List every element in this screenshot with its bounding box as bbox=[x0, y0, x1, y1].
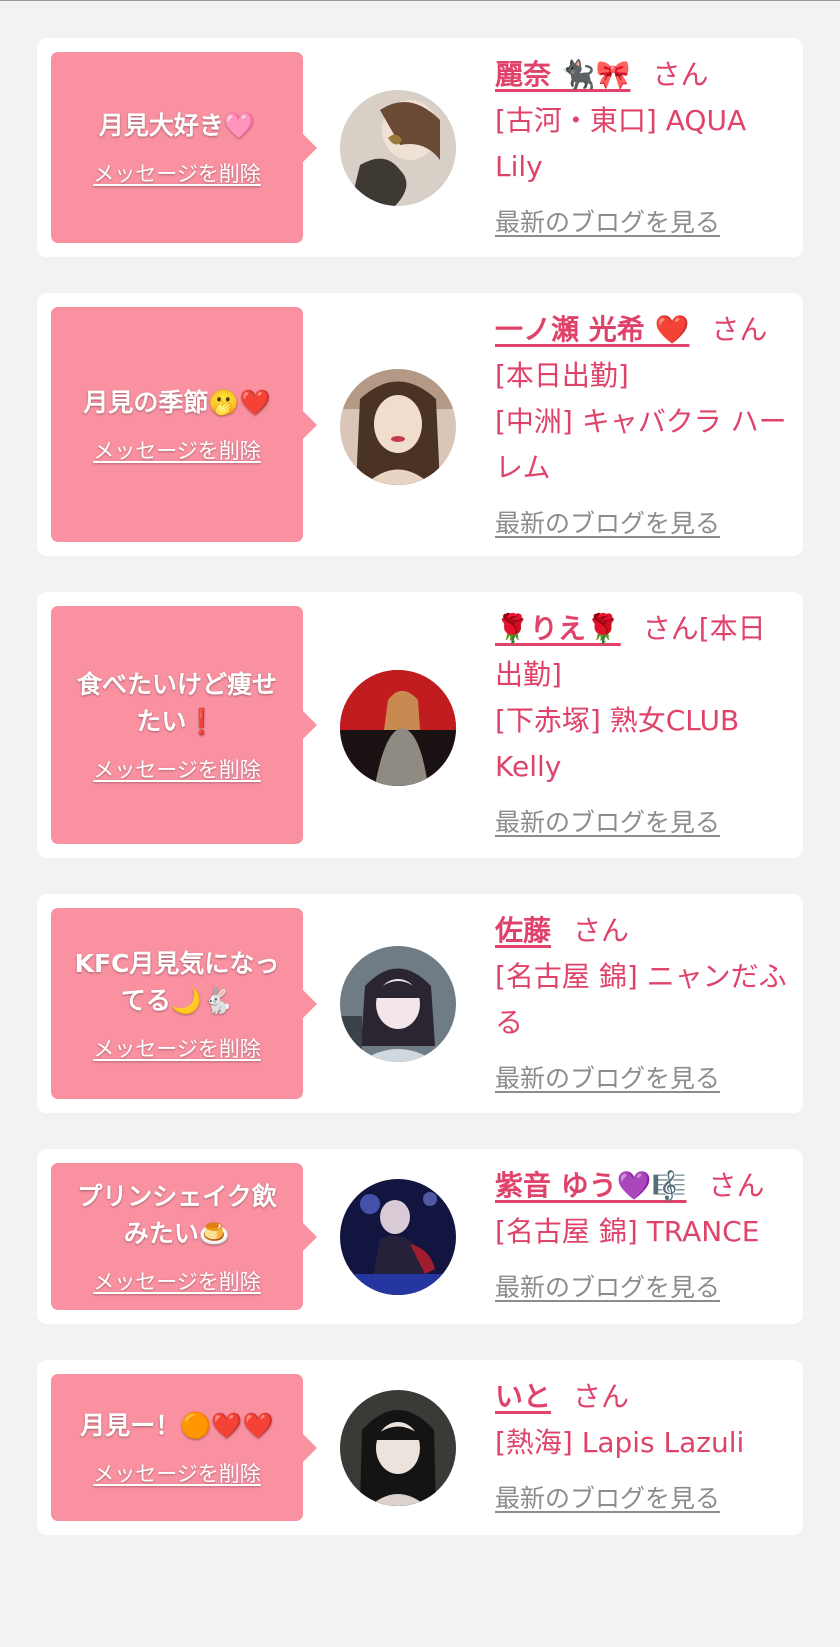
honorific: さん bbox=[573, 914, 630, 947]
cast-info: 紫音 ゆう💜🎼 さん [名古屋 錦] TRANCE 最新のブログを見る bbox=[495, 1163, 791, 1311]
latest-blog-link[interactable]: 最新のブログを見る bbox=[495, 1476, 791, 1522]
latest-blog-link[interactable]: 最新のブログを見る bbox=[495, 1265, 791, 1311]
cast-info: 一ノ瀬 光希 ❤️ さん [本日出勤] [中洲] キャバクラ ハーレム 最新のブロ… bbox=[495, 307, 791, 547]
message-card: 食べたいけど痩せたい❗️ メッセージを削除 🌹りえ🌹 さん[本日出勤] [下赤塚]… bbox=[37, 592, 803, 858]
delete-message-link[interactable]: メッセージを削除 bbox=[93, 435, 261, 465]
honorific: さん bbox=[652, 58, 709, 91]
message-text: KFC月見気になってる🌙🐇 bbox=[74, 948, 280, 1015]
honorific: さん bbox=[708, 1169, 765, 1202]
cast-shop: [名古屋 錦] TRANCE bbox=[495, 1215, 760, 1248]
avatar[interactable] bbox=[340, 1390, 456, 1506]
cast-info: 佐藤 さん [名古屋 錦] ニャンだふる 最新のブログを見る bbox=[495, 908, 791, 1102]
delete-message-link[interactable]: メッセージを削除 bbox=[93, 1266, 261, 1296]
cast-status: [本日出勤] bbox=[495, 359, 629, 392]
honorific: さん bbox=[711, 313, 768, 346]
message-bubble: 月見大好き🩷 メッセージを削除 bbox=[51, 52, 317, 243]
message-card: プリンシェイク飲みたい🍮 メッセージを削除 紫音 ゆう💜🎼 さん [名古屋 錦] … bbox=[37, 1149, 803, 1324]
avatar[interactable] bbox=[340, 946, 456, 1062]
avatar[interactable] bbox=[340, 369, 456, 485]
message-text: 月見の季節🫢❤️ bbox=[83, 388, 271, 417]
latest-blog-link[interactable]: 最新のブログを見る bbox=[495, 200, 791, 246]
message-text: 食べたいけど痩せたい❗️ bbox=[76, 670, 277, 736]
cast-info: いと さん [熱海] Lapis Lazuli 最新のブログを見る bbox=[495, 1374, 791, 1522]
cast-shop: [下赤塚] 熟女CLUB Kelly bbox=[495, 704, 740, 783]
delete-message-link[interactable]: メッセージを削除 bbox=[93, 1033, 261, 1063]
cast-info: 麗奈 🐈‍⬛🎀 さん [古河・東口] AQUA Lily 最新のブログを見る bbox=[495, 52, 791, 246]
message-text: 月見大好き🩷 bbox=[98, 111, 256, 140]
delete-message-link[interactable]: メッセージを削除 bbox=[93, 158, 261, 188]
cast-name-link[interactable]: 麗奈 🐈‍⬛🎀 bbox=[495, 58, 630, 91]
avatar[interactable] bbox=[340, 1179, 456, 1295]
message-text: プリンシェイク飲みたい🍮 bbox=[77, 1181, 277, 1248]
cast-name-link[interactable]: 佐藤 bbox=[495, 914, 551, 947]
favorites-message-list: 月見大好き🩷 メッセージを削除 麗奈 🐈‍⬛🎀 さん [古河・東口] AQUA L… bbox=[0, 1, 840, 1647]
latest-blog-link[interactable]: 最新のブログを見る bbox=[495, 1056, 791, 1102]
latest-blog-link[interactable]: 最新のブログを見る bbox=[495, 501, 791, 547]
avatar[interactable] bbox=[340, 90, 456, 206]
cast-name-link[interactable]: いと bbox=[495, 1380, 551, 1413]
message-bubble: 食べたいけど痩せたい❗️ メッセージを削除 bbox=[51, 606, 317, 844]
cast-shop: [名古屋 錦] ニャンだふる bbox=[495, 960, 787, 1039]
cast-shop: [熱海] Lapis Lazuli bbox=[495, 1426, 745, 1459]
message-card: 月見大好き🩷 メッセージを削除 麗奈 🐈‍⬛🎀 さん [古河・東口] AQUA L… bbox=[37, 38, 803, 257]
cast-shop: [中洲] キャバクラ ハーレム bbox=[495, 405, 787, 484]
message-text: 月見ー！🟠❤️❤️ bbox=[80, 1411, 274, 1440]
delete-message-link[interactable]: メッセージを削除 bbox=[93, 1458, 261, 1488]
delete-message-link[interactable]: メッセージを削除 bbox=[93, 754, 261, 784]
honorific: さん bbox=[573, 1380, 630, 1413]
cast-name-link[interactable]: 一ノ瀬 光希 ❤️ bbox=[495, 313, 689, 346]
message-card: KFC月見気になってる🌙🐇 メッセージを削除 佐藤 さん [名古屋 錦] ニャンだ… bbox=[37, 894, 803, 1113]
message-bubble: 月見ー！🟠❤️❤️ メッセージを削除 bbox=[51, 1374, 317, 1521]
message-card: 月見ー！🟠❤️❤️ メッセージを削除 いと さん [熱海] Lapis Lazul… bbox=[37, 1360, 803, 1535]
latest-blog-link[interactable]: 最新のブログを見る bbox=[495, 800, 791, 846]
avatar[interactable] bbox=[340, 670, 456, 786]
cast-shop: [古河・東口] AQUA Lily bbox=[495, 104, 747, 183]
message-bubble: KFC月見気になってる🌙🐇 メッセージを削除 bbox=[51, 908, 317, 1099]
message-bubble: プリンシェイク飲みたい🍮 メッセージを削除 bbox=[51, 1163, 317, 1310]
cast-name-link[interactable]: 紫音 ゆう💜🎼 bbox=[495, 1169, 686, 1202]
message-bubble: 月見の季節🫢❤️ メッセージを削除 bbox=[51, 307, 317, 542]
message-card: 月見の季節🫢❤️ メッセージを削除 一ノ瀬 光希 ❤️ さん [本日出勤] [中洲… bbox=[37, 293, 803, 556]
cast-name-link[interactable]: 🌹りえ🌹 bbox=[495, 612, 621, 645]
cast-info: 🌹りえ🌹 さん[本日出勤] [下赤塚] 熟女CLUB Kelly 最新のブログを見… bbox=[495, 606, 791, 846]
